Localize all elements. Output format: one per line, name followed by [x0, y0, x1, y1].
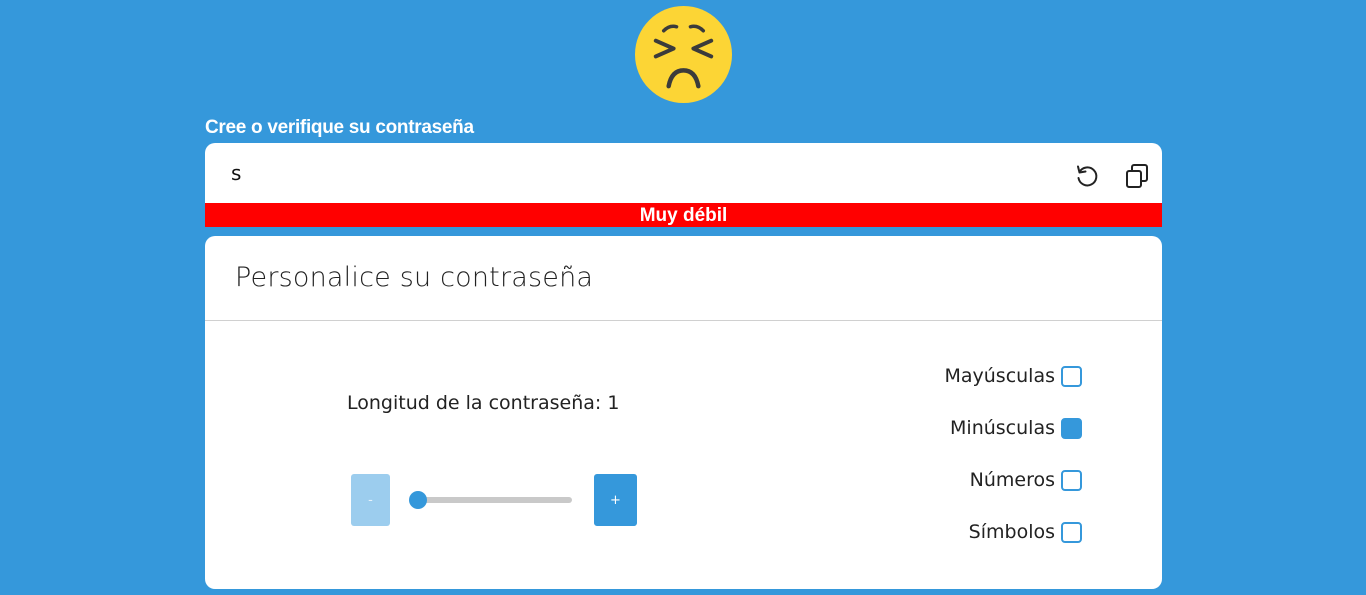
symbols-checkbox[interactable] [1061, 521, 1082, 543]
increase-length-button[interactable]: + [594, 474, 637, 526]
option-label: Números [969, 469, 1055, 491]
customize-card: Personalice su contraseña Longitud de la… [205, 236, 1162, 589]
copy-button[interactable] [1123, 162, 1151, 190]
option-numbers[interactable]: Números [970, 469, 1082, 491]
lowercase-checkbox[interactable] [1061, 417, 1082, 439]
uppercase-checkbox[interactable] [1061, 365, 1082, 387]
option-label: Mayúsculas [944, 365, 1055, 387]
refresh-icon [1077, 165, 1098, 187]
divider [205, 320, 1162, 321]
password-input[interactable] [227, 155, 1055, 191]
option-label: Minúsculas [950, 417, 1055, 439]
length-label: Longitud de la contraseña: 1 [347, 392, 620, 414]
decrease-length-button[interactable]: - [351, 474, 390, 526]
option-lowercase[interactable]: Minúsculas [950, 417, 1082, 439]
copy-icon [1126, 164, 1148, 188]
refresh-button[interactable] [1073, 162, 1101, 190]
option-label: Símbolos [968, 521, 1055, 543]
page-heading: Cree o verifique su contraseña [205, 117, 474, 138]
option-uppercase[interactable]: Mayúsculas [944, 365, 1082, 387]
slider-thumb[interactable] [409, 491, 427, 509]
password-box [205, 143, 1162, 203]
page: Cree o verifique su contraseña Muy débil… [0, 0, 1366, 595]
numbers-checkbox[interactable] [1061, 469, 1082, 491]
length-slider[interactable] [409, 491, 572, 509]
option-symbols[interactable]: Símbolos [969, 521, 1082, 543]
persevering-face-icon [634, 5, 733, 104]
strength-bar: Muy débil [205, 203, 1162, 227]
card-title: Personalice su contraseña [235, 262, 594, 293]
